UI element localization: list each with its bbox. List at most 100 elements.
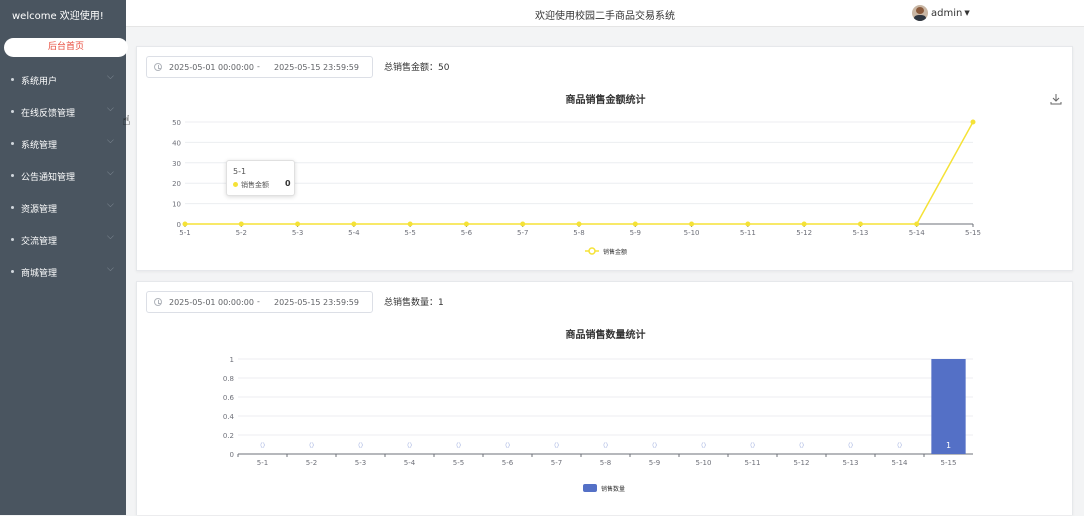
- sidebar-item-label: 商城管理: [21, 269, 58, 279]
- x-tick-label: 5-13: [852, 229, 868, 237]
- x-tick-label: 5-4: [404, 459, 416, 467]
- sidebar-item-label: 公告通知管理: [21, 173, 76, 183]
- y-tick-label: 0.6: [223, 394, 235, 402]
- data-label: 0: [701, 441, 706, 450]
- bullet-icon: [11, 174, 14, 177]
- data-point: [182, 221, 188, 227]
- x-tick-label: 5-9: [649, 459, 660, 467]
- series-line: [185, 121, 974, 225]
- bullet-icon: [11, 206, 14, 209]
- data-label: 0: [603, 441, 608, 450]
- x-tick-label: 5-7: [517, 229, 528, 237]
- bullet-icon: [11, 78, 14, 81]
- y-tick-label: 0: [177, 221, 181, 229]
- data-label: 0: [750, 441, 755, 450]
- y-tick-label: 1: [230, 356, 234, 364]
- y-tick-label: 0.2: [223, 432, 234, 440]
- chevron-down-icon: ⌵: [107, 72, 114, 82]
- x-tick-label: 5-5: [453, 459, 464, 467]
- bullet-icon: [11, 270, 14, 273]
- data-label: 0: [848, 441, 853, 450]
- data-label: 0: [799, 441, 804, 450]
- legend-swatch: [583, 484, 597, 492]
- sidebar-home-button[interactable]: 后台首页: [4, 38, 128, 57]
- chevron-down-icon: ⌵: [107, 264, 114, 274]
- data-label: 0: [407, 441, 412, 450]
- y-tick-label: 10: [172, 201, 181, 209]
- top-header: 欢迎使用校园二手商品交易系统 admin ▼: [126, 0, 1084, 27]
- sidebar-item-label: 系统管理: [21, 141, 58, 151]
- bar-chart: 00.20.40.60.815-105-205-305-405-505-605-…: [223, 356, 973, 493]
- x-tick-label: 5-8: [573, 229, 584, 237]
- y-tick-label: 0: [230, 451, 234, 459]
- bullet-icon: [11, 110, 14, 113]
- data-point: [520, 221, 526, 227]
- data-label: 0: [554, 441, 559, 450]
- x-tick-label: 5-2: [236, 229, 247, 237]
- x-tick-label: 5-6: [502, 459, 514, 467]
- legend-label: 销售数量: [601, 485, 625, 493]
- sidebar-item-label: 在线反馈管理: [21, 109, 76, 119]
- data-point: [351, 221, 357, 227]
- bullet-icon: [11, 142, 14, 145]
- x-tick-label: 5-8: [600, 459, 611, 467]
- data-point: [970, 119, 976, 125]
- chevron-down-icon: ⌵: [107, 168, 114, 178]
- x-tick-label: 5-2: [306, 459, 317, 467]
- data-point: [295, 221, 301, 227]
- sidebar-item-label: 交流管理: [21, 237, 58, 247]
- y-tick-label: 0.4: [223, 413, 235, 421]
- x-tick-label: 5-1: [179, 229, 190, 237]
- data-point: [857, 221, 863, 227]
- sidebar-item-feedback[interactable]: 在线反馈管理 ⌵: [0, 96, 126, 128]
- data-point: [407, 221, 413, 227]
- user-menu[interactable]: admin ▼: [912, 5, 970, 21]
- data-point: [914, 221, 920, 227]
- x-tick-label: 5-12: [794, 459, 810, 467]
- x-tick-label: 5-7: [551, 459, 562, 467]
- x-tick-label: 5-10: [684, 229, 700, 237]
- chart-tooltip: 5-1 销售金额 0: [226, 160, 295, 196]
- avatar: [912, 5, 928, 21]
- data-point: [689, 221, 695, 227]
- sidebar-item-label: 资源管理: [21, 205, 58, 215]
- data-label: 1: [946, 441, 951, 450]
- tooltip-value: 0: [285, 179, 291, 188]
- mouse-cursor-icon: ☝: [122, 113, 131, 129]
- sidebar-item-system-management[interactable]: 系统管理 ⌵: [0, 128, 126, 160]
- username: admin: [931, 7, 963, 19]
- data-label: 0: [652, 441, 657, 450]
- sidebar-item-resources[interactable]: 资源管理 ⌵: [0, 192, 126, 224]
- tooltip-title: 5-1: [233, 167, 247, 176]
- legend-marker: [588, 247, 596, 255]
- x-tick-label: 5-11: [740, 229, 756, 237]
- y-tick-label: 20: [172, 180, 181, 188]
- data-label: 0: [897, 441, 902, 450]
- sales-quantity-panel: 2025-05-01 00:00:00 - 2025-05-15 23:59:5…: [136, 281, 1073, 515]
- x-tick-label: 5-5: [404, 229, 415, 237]
- y-tick-label: 50: [172, 119, 181, 127]
- chevron-down-icon: ⌵: [107, 104, 114, 114]
- chevron-down-icon: ⌵: [107, 232, 114, 242]
- chevron-down-icon: ⌵: [107, 136, 114, 146]
- sidebar-item-communication[interactable]: 交流管理 ⌵: [0, 224, 126, 256]
- data-point: [238, 221, 244, 227]
- x-tick-label: 5-15: [941, 459, 957, 467]
- data-label: 0: [456, 441, 461, 450]
- bar: [931, 359, 966, 454]
- sidebar-item-system-users[interactable]: 系统用户 ⌵: [0, 64, 126, 96]
- x-tick-label: 5-3: [355, 459, 366, 467]
- sidebar: welcome 欢迎使用! 后台首页 系统用户 ⌵ 在线反馈管理 ⌵ 系统管理 ⌵ 公…: [0, 0, 128, 515]
- data-point: [801, 221, 807, 227]
- sales-amount-panel: 2025-05-01 00:00:00 - 2025-05-15 23:59:5…: [136, 46, 1073, 271]
- y-tick-label: 30: [172, 160, 181, 168]
- x-tick-label: 5-4: [348, 229, 360, 237]
- x-tick-label: 5-15: [965, 229, 981, 237]
- legend-label: 销售金额: [603, 248, 627, 256]
- sidebar-item-mall[interactable]: 商城管理 ⌵: [0, 256, 126, 288]
- sidebar-item-announcements[interactable]: 公告通知管理 ⌵: [0, 160, 126, 192]
- x-tick-label: 5-1: [257, 459, 268, 467]
- bullet-icon: [11, 238, 14, 241]
- sidebar-menu: 系统用户 ⌵ 在线反馈管理 ⌵ 系统管理 ⌵ 公告通知管理 ⌵ 资源管理 ⌵ 交流管理 ⌵ …: [0, 64, 126, 288]
- x-tick-label: 5-10: [696, 459, 712, 467]
